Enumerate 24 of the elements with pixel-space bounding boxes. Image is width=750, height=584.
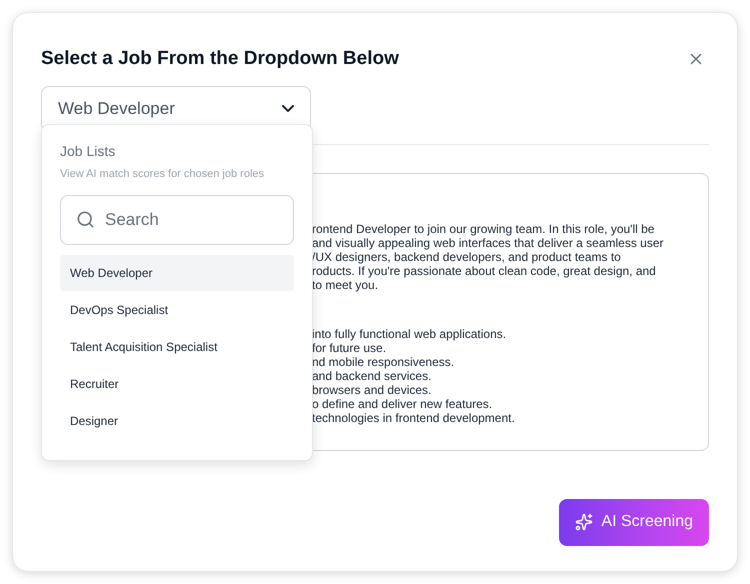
- description-text: /UX designers, backend developers, and product teams to: [312, 250, 621, 264]
- job-option[interactable]: Designer: [60, 402, 294, 438]
- description-text: nd mobile responsiveness.: [312, 354, 454, 368]
- description-text: to meet you.: [312, 278, 378, 292]
- job-option[interactable]: DevOps Specialist: [60, 292, 294, 328]
- description-text: and visually appealing web interfaces that deliver a seamless user: [312, 236, 664, 250]
- menu-heading: Job Lists: [60, 142, 116, 161]
- search-icon: [76, 210, 95, 228]
- job-option[interactable]: Recruiter: [60, 366, 294, 402]
- description-text: roducts. If you're passionate about clean code, great design, and: [312, 264, 656, 278]
- job-option[interactable]: Web Developer: [60, 254, 294, 290]
- description-text: into fully functional web applications.: [312, 326, 506, 340]
- chevron-down-icon: [282, 105, 294, 112]
- modal-title: Select a Job From the Dropdown Below: [41, 47, 399, 71]
- sparkle-icon: [575, 513, 594, 531]
- menu-subheading: View AI match scores for chosen job roles: [60, 167, 264, 182]
- description-text: technologies in frontend development.: [312, 410, 515, 424]
- description-text: and backend services.: [312, 368, 432, 382]
- description-text: browsers and devices.: [312, 382, 432, 396]
- description-text: rontend Developer to join our growing team. In this role, you'll be: [312, 222, 654, 236]
- ai-screening-button[interactable]: AI Screening: [559, 498, 709, 546]
- search-field[interactable]: Search: [60, 194, 294, 244]
- description-text: for future use.: [312, 340, 386, 354]
- job-option[interactable]: Talent Acquisition Specialist: [60, 328, 294, 364]
